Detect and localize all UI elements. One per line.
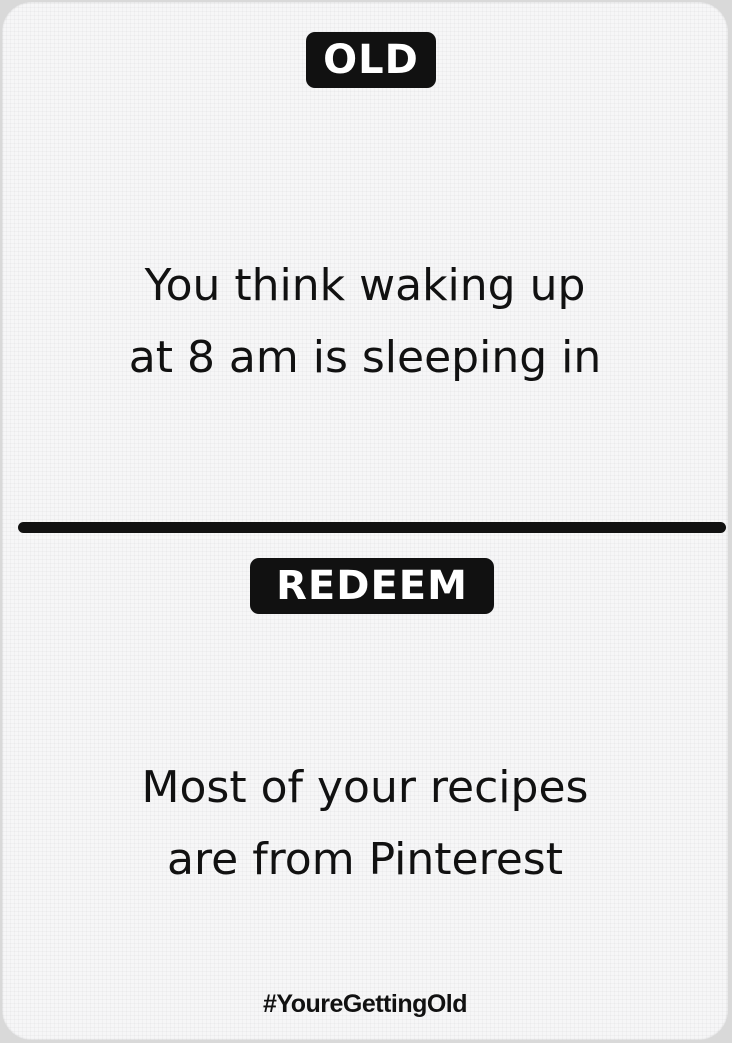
card-divider	[18, 522, 726, 533]
old-statement: You think waking up at 8 am is sleeping …	[2, 250, 728, 394]
redeem-statement-line-2: are from Pinterest	[167, 834, 563, 885]
redeem-statement-line-1: Most of your recipes	[141, 762, 589, 813]
redeem-label: REDEEM	[250, 558, 494, 614]
game-card: OLD You think waking up at 8 am is sleep…	[2, 2, 728, 1040]
old-label: OLD	[306, 32, 436, 88]
hashtag: #YoureGettingOld	[262, 990, 468, 1018]
old-statement-line-1: You think waking up	[144, 260, 586, 311]
old-statement-line-2: at 8 am is sleeping in	[128, 332, 602, 383]
redeem-statement: Most of your recipes are from Pinterest	[2, 752, 728, 896]
